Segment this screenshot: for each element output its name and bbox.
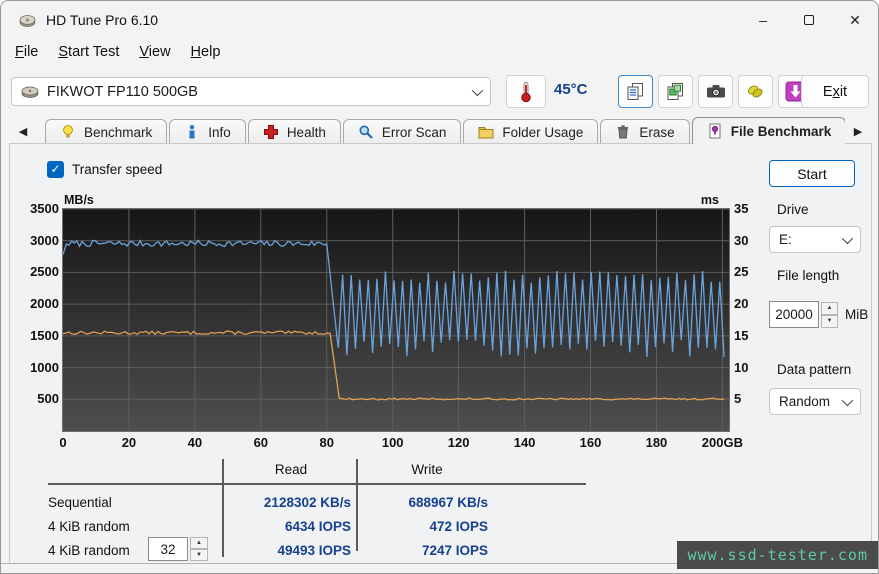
temperature-button[interactable] [506, 75, 546, 108]
lightbulb-icon [60, 124, 76, 140]
table-divider-2 [356, 459, 358, 551]
menu-help[interactable]: Help [181, 44, 231, 60]
watermark: www.ssd-tester.com [677, 541, 878, 569]
health-cross-icon [263, 124, 279, 140]
drive-label: Drive [777, 202, 809, 217]
queue-depth-spinner: 32 ▲ ▼ [148, 537, 208, 561]
copy-text-button[interactable] [618, 75, 653, 108]
thermometer-icon [519, 81, 533, 103]
read-column-header: Read [231, 462, 351, 477]
camera-icon [706, 84, 726, 99]
copy-image-button[interactable] [658, 75, 693, 108]
tab-file-benchmark[interactable]: File Benchmark [692, 117, 845, 144]
data-pattern-value: Random [779, 394, 830, 409]
random-read-value: 6434 IOPS [231, 519, 351, 534]
exit-button[interactable]: Exit [801, 75, 869, 108]
queue-depth-up-button[interactable]: ▲ [190, 537, 208, 549]
menu-file[interactable]: File [5, 44, 48, 60]
trash-icon [615, 124, 631, 140]
menu-view[interactable]: View [129, 44, 180, 60]
window-title: HD Tune Pro 6.10 [46, 12, 158, 28]
file-length-unit: MiB [845, 307, 868, 322]
maximize-icon [804, 15, 814, 25]
device-selector-value: FIKWOT FP110 500GB [47, 84, 198, 100]
transfer-speed-checkbox[interactable]: ✓ [47, 161, 64, 178]
chevron-down-icon [472, 84, 483, 95]
tab-strip: ◀ Benchmark Info Health [1, 115, 879, 144]
temperature-value: 45°C [554, 81, 588, 98]
checkmark-icon: ✓ [50, 162, 60, 176]
sequential-write-value: 688967 KB/s [367, 495, 488, 510]
random-write-value: 472 IOPS [367, 519, 488, 534]
menu-bar: File Start Test View Help [5, 39, 230, 65]
folder-icon [478, 124, 494, 140]
queue-depth-input[interactable]: 32 [148, 537, 188, 561]
random-qd-read-value: 49493 IOPS [231, 543, 351, 558]
tab-scroll-right-button[interactable]: ▶ [846, 120, 870, 142]
data-pattern-select[interactable]: Random [769, 388, 861, 415]
tab-benchmark[interactable]: Benchmark [45, 119, 167, 144]
chevron-down-icon [842, 394, 853, 405]
write-column-header: Write [367, 462, 487, 477]
tab-info[interactable]: Info [169, 119, 246, 144]
row-4kib-random-label: 4 KiB random [48, 519, 130, 534]
sequential-read-value: 2128302 KB/s [231, 495, 351, 510]
table-header-rule [48, 483, 586, 485]
magnifier-icon [358, 124, 374, 140]
device-selector[interactable]: FIKWOT FP110 500GB [11, 77, 491, 106]
file-length-up-button[interactable]: ▲ [821, 302, 838, 315]
x-axis-ticks: 020406080100120140160180200GB [63, 435, 753, 451]
tab-error-scan[interactable]: Error Scan [343, 119, 462, 144]
row-sequential-label: Sequential [48, 495, 112, 510]
random-qd-write-value: 7247 IOPS [367, 543, 488, 558]
file-length-down-button[interactable]: ▼ [821, 315, 838, 328]
right-axis-title: ms [685, 193, 719, 207]
transfer-speed-label: Transfer speed [72, 162, 162, 177]
app-window: HD Tune Pro 6.10 – ✕ File Start Test Vie… [0, 0, 879, 574]
tab-scroll-left-button[interactable]: ◀ [11, 120, 35, 142]
file-length-spinner: 20000 ▲ ▼ MiB [769, 301, 868, 328]
tab-health[interactable]: Health [248, 119, 341, 144]
minimize-button[interactable]: – [740, 1, 786, 39]
drive-select[interactable]: E: [769, 226, 861, 253]
screenshot-button[interactable] [698, 75, 733, 108]
menu-start-test[interactable]: Start Test [48, 44, 129, 60]
left-axis-title: MB/s [64, 193, 94, 207]
right-axis-ticks: 3530252015105 [734, 209, 774, 431]
toolbar-iconbar [618, 75, 813, 108]
left-axis-ticks: 350030002500200015001000500 [15, 209, 59, 431]
table-divider-1 [222, 459, 224, 557]
file-benchmark-icon [707, 123, 723, 139]
drive-icon [21, 85, 39, 99]
maximize-button[interactable] [786, 1, 832, 39]
info-icon [184, 124, 200, 140]
hands-icon [746, 83, 765, 100]
drive-select-value: E: [779, 232, 792, 247]
donate-button[interactable] [738, 75, 773, 108]
app-disk-icon [19, 12, 36, 29]
title-bar: HD Tune Pro 6.10 – ✕ [1, 1, 878, 39]
tab-folder-usage[interactable]: Folder Usage [463, 119, 598, 144]
copy-image-icon [666, 82, 685, 101]
queue-depth-down-button[interactable]: ▼ [190, 549, 208, 561]
transfer-speed-chart [62, 208, 730, 432]
tab-erase[interactable]: Erase [600, 119, 689, 144]
chevron-down-icon [842, 232, 853, 243]
file-length-input[interactable]: 20000 [769, 301, 819, 328]
row-4kib-random-qd-label: 4 KiB random [48, 543, 130, 558]
data-pattern-label: Data pattern [777, 362, 851, 377]
start-button[interactable]: Start [769, 160, 855, 187]
close-button[interactable]: ✕ [832, 1, 878, 39]
copy-text-icon [626, 82, 645, 101]
file-length-label: File length [777, 268, 839, 283]
